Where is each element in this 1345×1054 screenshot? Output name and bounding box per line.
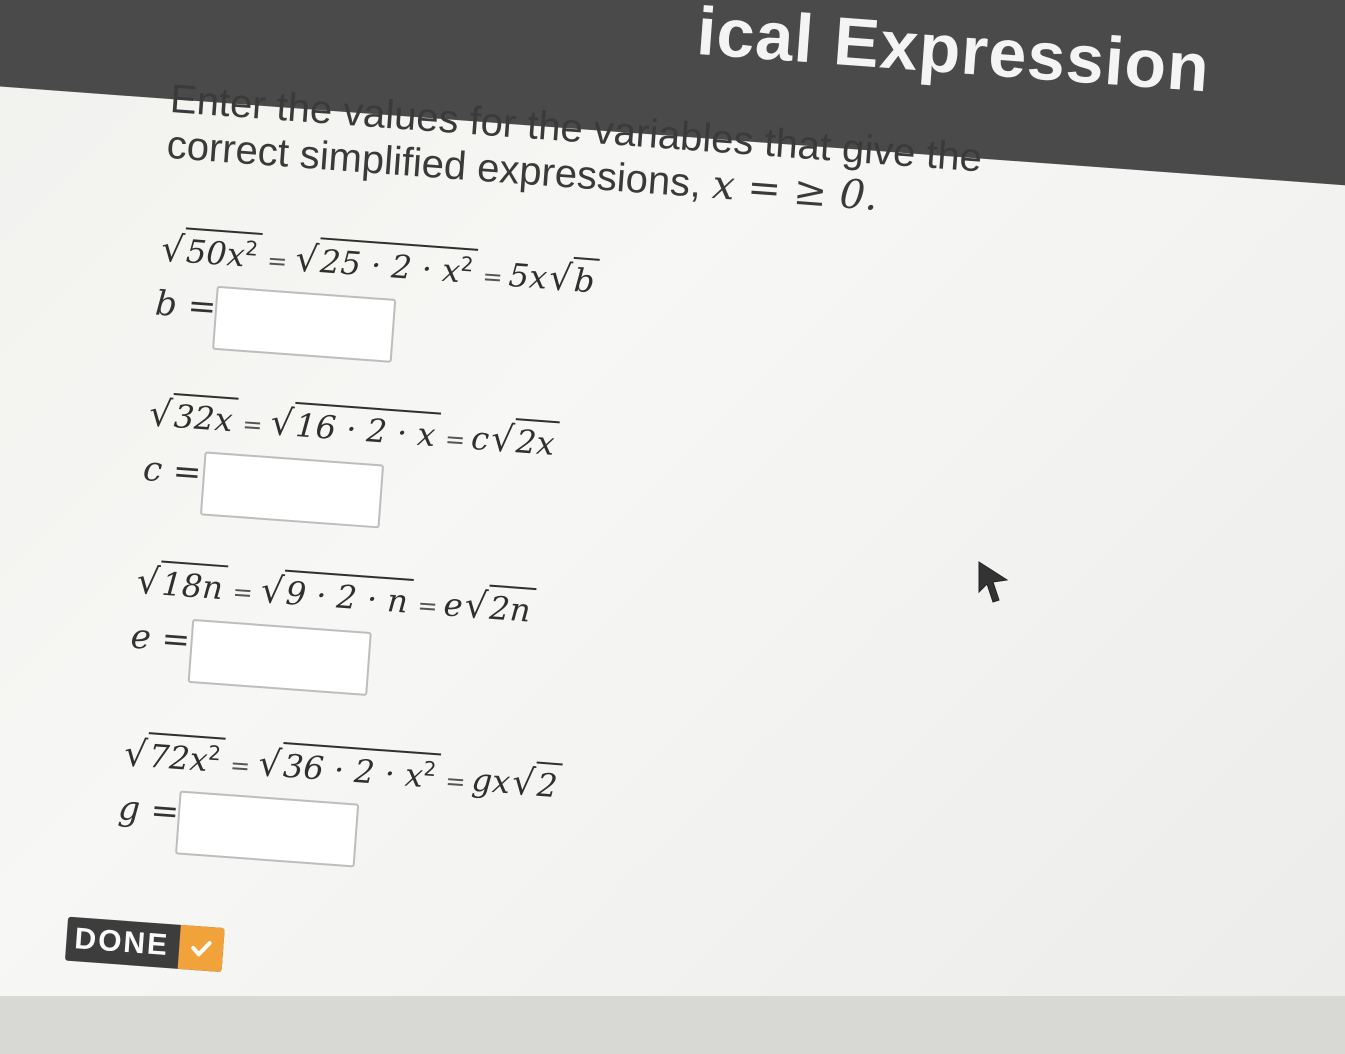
check-icon — [177, 924, 225, 973]
done-label: DONE — [73, 922, 171, 963]
radical-rhs: √2n — [461, 583, 537, 631]
radical-rhs: √2x — [488, 416, 561, 464]
label-e: e = — [129, 616, 192, 661]
radical-lhs: √50x2 — [158, 226, 264, 277]
radical-lhs: √32x — [146, 391, 239, 440]
radical-mid: √25 · 2 · x2 — [292, 235, 479, 292]
screen: ical Expression Enter the values for the… — [0, 0, 1345, 996]
label-b: b = — [153, 283, 218, 328]
mouse-pointer-icon — [978, 561, 1009, 603]
question-panel: Enter the values for the variables that … — [64, 76, 1269, 1054]
radical-rhs: √b — [546, 255, 601, 302]
radical-mid: √9 · 2 · n — [257, 568, 414, 622]
label-c: c = — [141, 448, 203, 494]
answer-input-g[interactable] — [175, 790, 360, 868]
equation-row-c: √32x = √16 · 2 · x = c√2x c = — [139, 391, 1046, 587]
radical-mid: √16 · 2 · x — [267, 400, 442, 455]
answer-input-c[interactable] — [199, 451, 385, 529]
radical-lhs: √72x2 — [121, 730, 227, 781]
radical-lhs: √18n — [133, 559, 229, 609]
answer-input-b[interactable] — [212, 285, 397, 363]
radical-mid: √36 · 2 · x2 — [255, 740, 442, 797]
equation-row-b: √50x2 = √25 · 2 · x2 = 5x√b b = — [151, 226, 1058, 422]
equation-row-e: √18n = √9 · 2 · n = e√2n e = — [127, 559, 1034, 755]
done-button[interactable]: DONE — [64, 916, 225, 973]
label-g: g = — [116, 788, 181, 833]
radical-rhs: √2 — [509, 759, 564, 806]
answer-input-e[interactable] — [187, 618, 372, 696]
equation-row-g: √72x2 = √36 · 2 · x2 = gx√2 g = — [114, 730, 1021, 926]
